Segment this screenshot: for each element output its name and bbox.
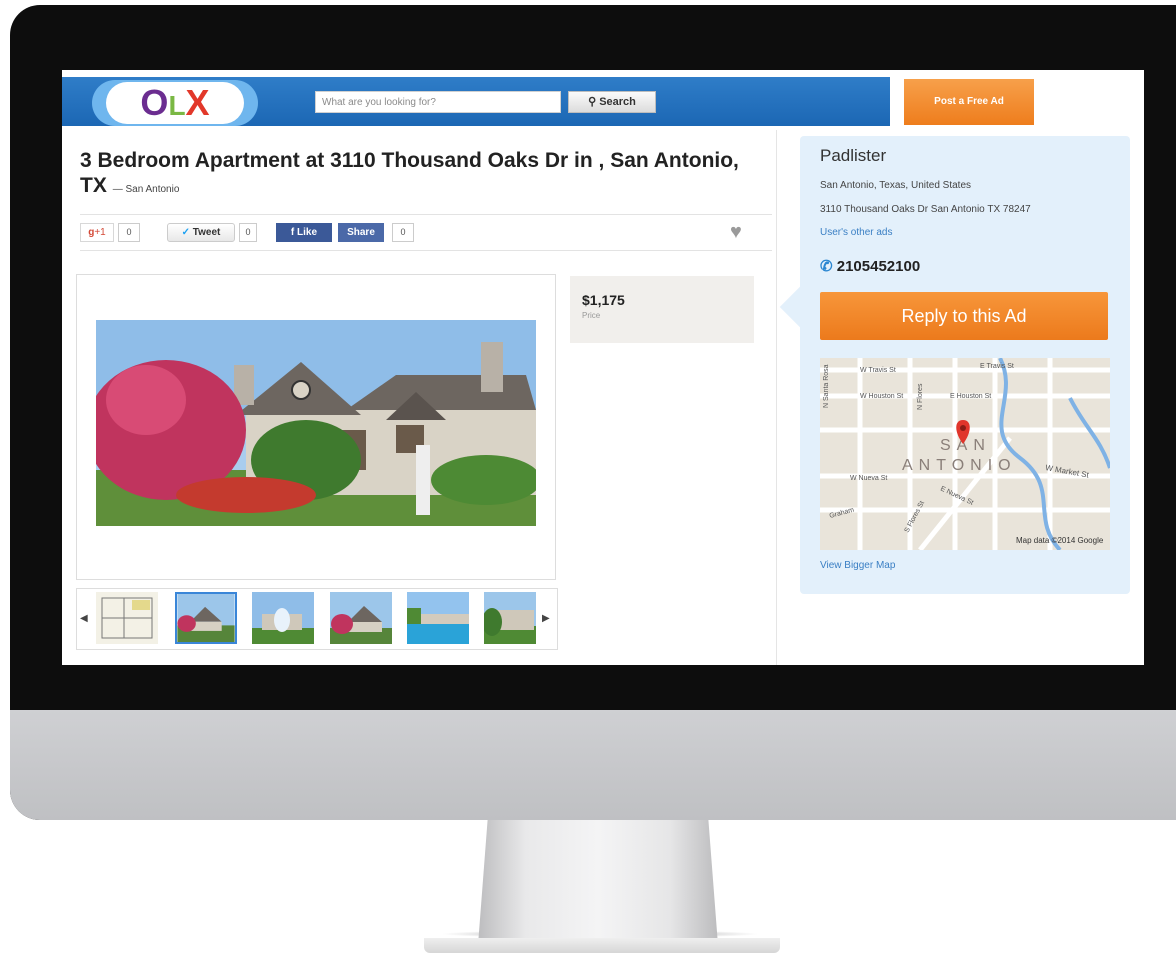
- view-bigger-map-link[interactable]: View Bigger Map: [820, 560, 895, 571]
- thumbnail-courtyard[interactable]: [252, 592, 314, 644]
- facebook-icon: f: [290, 227, 295, 238]
- seller-address: 3110 Thousand Oaks Dr San Antonio TX 782…: [820, 204, 1031, 215]
- seller-phone[interactable]: ✆ 2105452100: [820, 257, 920, 275]
- seller-name: Padlister: [820, 146, 887, 165]
- price-label: Price: [582, 311, 601, 320]
- map-attribution: Map data ©2014 Google: [1016, 536, 1104, 545]
- reply-to-ad-button[interactable]: Reply to this Ad: [820, 292, 1108, 340]
- site-header: OLX What are you looking for? ⚲ Search: [62, 77, 890, 126]
- tweet-button[interactable]: ✓ Tweet: [167, 223, 235, 242]
- facebook-like-button[interactable]: f Like: [276, 223, 332, 242]
- facebook-share-button[interactable]: Share: [338, 223, 384, 242]
- seller-region: San Antonio, Texas, United States: [820, 180, 972, 191]
- thumbnail-floorplan[interactable]: [96, 592, 158, 644]
- post-free-ad-button[interactable]: Post a Free Ad: [904, 79, 1034, 125]
- users-other-ads-link[interactable]: User's other ads: [820, 227, 893, 238]
- screen: OLX What are you looking for? ⚲ Search P…: [62, 70, 1144, 665]
- olx-logo[interactable]: OLX: [92, 80, 258, 126]
- map-street-label: W Travis St: [860, 367, 896, 374]
- listing-location: — San Antonio: [112, 184, 180, 195]
- twitter-bird-icon: ✓: [181, 227, 190, 238]
- map-street-label: W Nueva St: [850, 475, 887, 482]
- listing-title-block: 3 Bedroom Apartment at 3110 Thousand Oak…: [80, 148, 770, 202]
- gplus-count: 0: [118, 223, 140, 242]
- phone-icon: ✆: [820, 258, 833, 275]
- apartment-main-photo[interactable]: [96, 320, 536, 526]
- favorite-heart-icon[interactable]: ♥: [730, 222, 742, 242]
- tweet-count: 0: [239, 223, 257, 242]
- thumbnail-exterior[interactable]: [175, 592, 237, 644]
- search-button[interactable]: ⚲ Search: [568, 91, 656, 113]
- thumbnail-prev-arrow-icon[interactable]: ◀: [80, 588, 88, 650]
- divider: [80, 214, 772, 215]
- thumbnail-next-arrow-icon[interactable]: ▶: [542, 588, 550, 650]
- share-count: 0: [392, 223, 414, 242]
- map-street-label: N Flores: [917, 383, 924, 410]
- thumbnail-exterior-2[interactable]: [330, 592, 392, 644]
- map-street-label: E Houston St: [950, 393, 991, 400]
- divider: [80, 250, 772, 251]
- thumbnail-building[interactable]: [484, 592, 536, 644]
- map-city-label: ANTONIO: [902, 457, 1017, 474]
- column-divider: [776, 130, 777, 665]
- monitor-base: [424, 938, 780, 953]
- price-value: $1,175: [582, 292, 625, 308]
- map-street-label: W Houston St: [860, 393, 903, 400]
- search-button-label: Search: [599, 96, 636, 108]
- price-box: $1,175 Price: [570, 276, 754, 343]
- location-map[interactable]: W Travis St E Travis St W Houston St E H…: [820, 358, 1110, 550]
- monitor-chin: [10, 710, 1176, 820]
- search-icon: ⚲: [588, 96, 597, 108]
- search-input[interactable]: What are you looking for?: [315, 91, 561, 113]
- map-street-label: E Travis St: [980, 363, 1014, 370]
- gplus-button[interactable]: g+1: [80, 223, 114, 242]
- monitor-stand: [478, 820, 718, 945]
- map-street-label: N Santa Rosa: [823, 364, 830, 408]
- thumbnail-pool[interactable]: [407, 592, 469, 644]
